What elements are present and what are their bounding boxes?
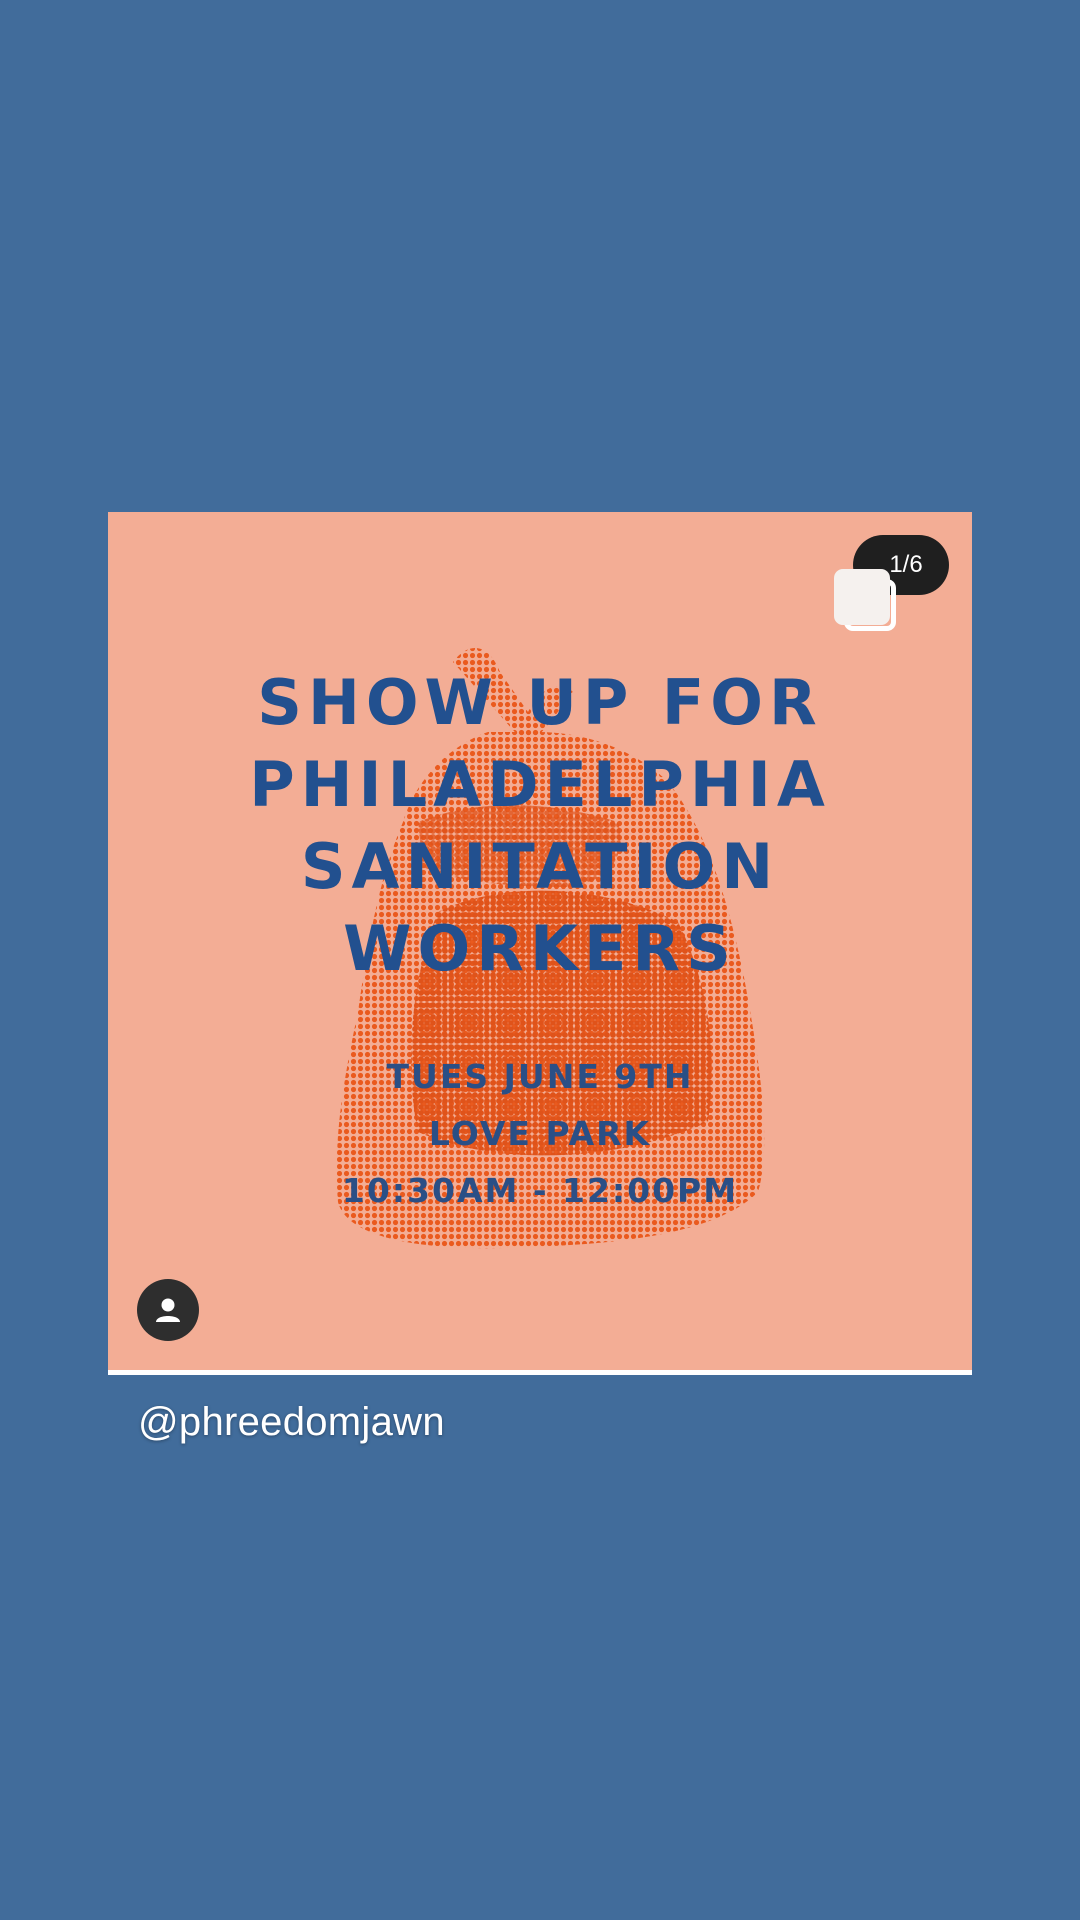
event-date: TUES JUNE 9TH bbox=[386, 1057, 694, 1096]
event-location: LOVE PARK bbox=[428, 1114, 652, 1153]
headline-line: SHOW UP FOR bbox=[257, 666, 823, 739]
shared-post-card[interactable]: SHOW UP FOR PHILADELPHIA SANITATION WORK… bbox=[108, 512, 972, 1375]
card-underline bbox=[108, 1370, 972, 1375]
user-avatar-icon[interactable] bbox=[137, 1279, 199, 1341]
post-headline: SHOW UP FOR PHILADELPHIA SANITATION WORK… bbox=[108, 662, 972, 990]
person-icon bbox=[156, 1298, 180, 1322]
headline-line: WORKERS bbox=[343, 912, 737, 985]
multiple-images-icon bbox=[834, 569, 904, 639]
mention-sticker[interactable]: @phreedomjawn bbox=[138, 1400, 445, 1445]
story-screen: SHOW UP FOR PHILADELPHIA SANITATION WORK… bbox=[0, 0, 1080, 1920]
headline-line: PHILADELPHIA bbox=[249, 748, 831, 821]
headline-line: SANITATION bbox=[300, 830, 780, 903]
event-time: 10:30AM - 12:00PM bbox=[341, 1171, 739, 1210]
event-details: TUES JUNE 9TH LOVE PARK 10:30AM - 12:00P… bbox=[108, 1048, 972, 1219]
